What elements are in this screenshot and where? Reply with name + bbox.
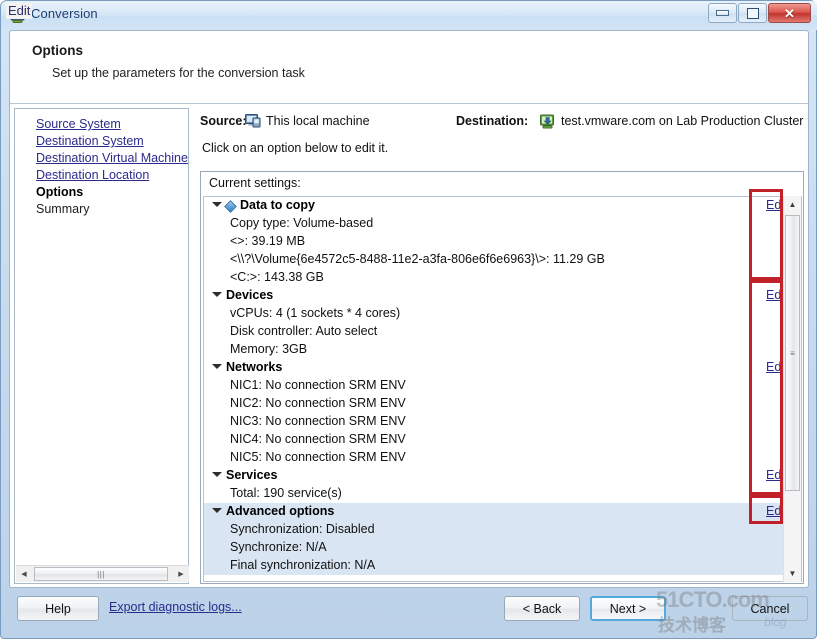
settings-detail-row[interactable]: Copy type: Volume-based xyxy=(204,215,784,233)
settings-detail-text: <\\?\Volume{6e4572c5-8488-11e2-a3fa-806e… xyxy=(230,252,605,266)
settings-group-title: Services xyxy=(226,468,278,482)
nav-list: Source System Destination System Destinati… xyxy=(36,116,188,218)
edit-overlay-artifact: Edit xyxy=(6,3,33,19)
settings-detail-text: NIC4: No connection SRM ENV xyxy=(230,432,406,446)
close-button[interactable]: ✕ xyxy=(768,3,811,23)
current-settings-caption: Current settings: xyxy=(209,176,301,190)
settings-detail-row[interactable]: Disk controller: Auto select xyxy=(204,323,784,341)
settings-group-title: Networks xyxy=(226,360,283,374)
help-button[interactable]: Help xyxy=(17,596,99,621)
settings-detail-text: <C:>: 143.38 GB xyxy=(230,270,324,284)
destination-value: test.vmware.com on Lab Production Cluste… xyxy=(561,114,804,128)
wizard-step-nav: Source System Destination System Destinati… xyxy=(14,108,189,584)
settings-detail-row[interactable]: Synchronize: N/A xyxy=(204,539,784,557)
source-value: This local machine xyxy=(266,114,370,128)
vcenter-server-icon xyxy=(540,114,556,129)
sidebar-item-destination-system[interactable]: Destination System xyxy=(36,133,186,150)
scroll-up-icon[interactable]: ▲ xyxy=(784,196,801,213)
scroll-down-icon[interactable]: ▼ xyxy=(784,565,801,582)
settings-detail-row[interactable]: <>: 39.19 MB xyxy=(204,233,784,251)
settings-detail-text: vCPUs: 4 (1 sockets * 4 cores) xyxy=(230,306,401,320)
wizard-footer: Help Export diagnostic logs... < Back Ne… xyxy=(9,588,809,632)
settings-detail-text: NIC1: No connection SRM ENV xyxy=(230,378,406,392)
chevron-down-icon[interactable] xyxy=(212,292,222,297)
back-button[interactable]: < Back xyxy=(504,596,580,621)
grip-icon: ≡ xyxy=(790,348,795,358)
settings-detail-text: Copy type: Volume-based xyxy=(230,216,374,230)
header-divider xyxy=(10,103,808,104)
settings-rows: Data to copy Edit Copy type: Volume-based <… xyxy=(204,197,788,575)
sidebar-item-destination-location[interactable]: Destination Location xyxy=(36,167,186,184)
settings-group-header[interactable]: Networks Edit xyxy=(204,359,788,377)
settings-detail-text: <>: 39.19 MB xyxy=(230,234,306,248)
minimize-icon xyxy=(709,4,736,22)
settings-detail-row[interactable]: Total: 190 service(s) xyxy=(204,485,784,503)
maximize-button[interactable] xyxy=(738,3,767,23)
minimize-button[interactable] xyxy=(708,3,737,23)
settings-detail-text: NIC5: No connection SRM ENV xyxy=(230,450,406,464)
settings-detail-row[interactable]: NIC3: No connection SRM ENV xyxy=(204,413,784,431)
cancel-button[interactable]: Cancel xyxy=(732,596,808,621)
settings-detail-row[interactable]: NIC5: No connection SRM ENV xyxy=(204,449,784,467)
settings-detail-text: Final synchronization: N/A xyxy=(230,558,376,572)
settings-detail-row[interactable]: <C:>: 143.38 GB xyxy=(204,269,784,287)
sidebar-item-destination-virtual-machine[interactable]: Destination Virtual Machine xyxy=(36,150,188,167)
next-button[interactable]: Next > xyxy=(590,596,666,621)
current-settings-box: Current settings: Data to copy Edit Copy t… xyxy=(200,171,804,584)
settings-detail-row[interactable]: Synchronization: Disabled xyxy=(204,521,784,539)
settings-list[interactable]: Data to copy Edit Copy type: Volume-based <… xyxy=(203,196,802,582)
page-title: Options xyxy=(32,43,83,58)
sidebar-item-options: Options xyxy=(36,185,84,199)
settings-scroll-thumb[interactable]: ≡ xyxy=(785,215,800,491)
nav-scroll-thumb[interactable]: ||| xyxy=(34,567,168,581)
close-icon: ✕ xyxy=(784,5,795,21)
title-bar: Conversion Edit ✕ xyxy=(1,1,817,30)
settings-detail-row[interactable]: Memory: 3GB xyxy=(204,341,784,359)
settings-group-header[interactable]: Advanced options Edit xyxy=(204,503,788,521)
settings-group-title: Advanced options xyxy=(226,504,335,518)
settings-detail-text: Disk controller: Auto select xyxy=(230,324,378,338)
settings-detail-text: NIC2: No connection SRM ENV xyxy=(230,396,406,410)
window-title: Conversion xyxy=(31,6,98,21)
settings-group-header[interactable]: Data to copy Edit xyxy=(204,197,788,215)
settings-group-title: Data to copy xyxy=(240,198,316,212)
settings-detail-row[interactable]: <\\?\Volume{6e4572c5-8488-11e2-a3fa-806e… xyxy=(204,251,784,269)
settings-detail-text: NIC3: No connection SRM ENV xyxy=(230,414,406,428)
grip-icon: ||| xyxy=(97,569,105,579)
destination-label: Destination: xyxy=(456,114,529,128)
export-diagnostic-logs-link[interactable]: Export diagnostic logs... xyxy=(109,600,242,614)
settings-detail-text: Memory: 3GB xyxy=(230,342,308,356)
maximize-icon xyxy=(739,4,766,22)
nav-horizontal-scrollbar[interactable]: ◀ ||| ▶ xyxy=(16,565,189,582)
settings-detail-row[interactable]: NIC2: No connection SRM ENV xyxy=(204,395,784,413)
conversion-wizard-window: Conversion Edit ✕ Options Set up the par… xyxy=(0,0,817,639)
settings-detail-row[interactable]: NIC1: No connection SRM ENV xyxy=(204,377,784,395)
settings-detail-text: Total: 190 service(s) xyxy=(230,486,342,500)
edit-hint-text: Click on an option below to edit it. xyxy=(202,141,389,155)
source-destination-bar: Source: This local machine Destination: xyxy=(200,112,804,134)
wizard-panel: Options Set up the parameters for the co… xyxy=(9,30,809,588)
scroll-right-icon[interactable]: ▶ xyxy=(173,566,189,582)
chevron-down-icon[interactable] xyxy=(212,508,222,513)
settings-detail-text: Synchronization: Disabled xyxy=(230,522,375,536)
settings-group-header[interactable]: Devices Edit xyxy=(204,287,788,305)
chevron-down-icon[interactable] xyxy=(212,364,222,369)
blue-diamond-icon xyxy=(224,200,237,213)
settings-group-title: Devices xyxy=(226,288,274,302)
settings-detail-row[interactable]: vCPUs: 4 (1 sockets * 4 cores) xyxy=(204,305,784,323)
settings-group-header[interactable]: Services Edit xyxy=(204,467,788,485)
settings-detail-row[interactable]: NIC4: No connection SRM ENV xyxy=(204,431,784,449)
sidebar-item-source-system[interactable]: Source System xyxy=(36,116,186,133)
settings-vertical-scrollbar[interactable]: ▲ ≡ ▼ xyxy=(783,196,801,582)
sidebar-item-summary: Summary xyxy=(36,202,90,216)
settings-detail-row[interactable]: Final synchronization: N/A xyxy=(204,557,784,575)
settings-detail-text: Synchronize: N/A xyxy=(230,540,327,554)
chevron-down-icon[interactable] xyxy=(212,202,222,207)
chevron-down-icon[interactable] xyxy=(212,472,222,477)
scroll-left-icon[interactable]: ◀ xyxy=(16,566,32,582)
page-subtitle: Set up the parameters for the conversion… xyxy=(52,66,305,80)
source-label: Source: xyxy=(200,114,247,128)
computer-icon xyxy=(245,114,261,128)
